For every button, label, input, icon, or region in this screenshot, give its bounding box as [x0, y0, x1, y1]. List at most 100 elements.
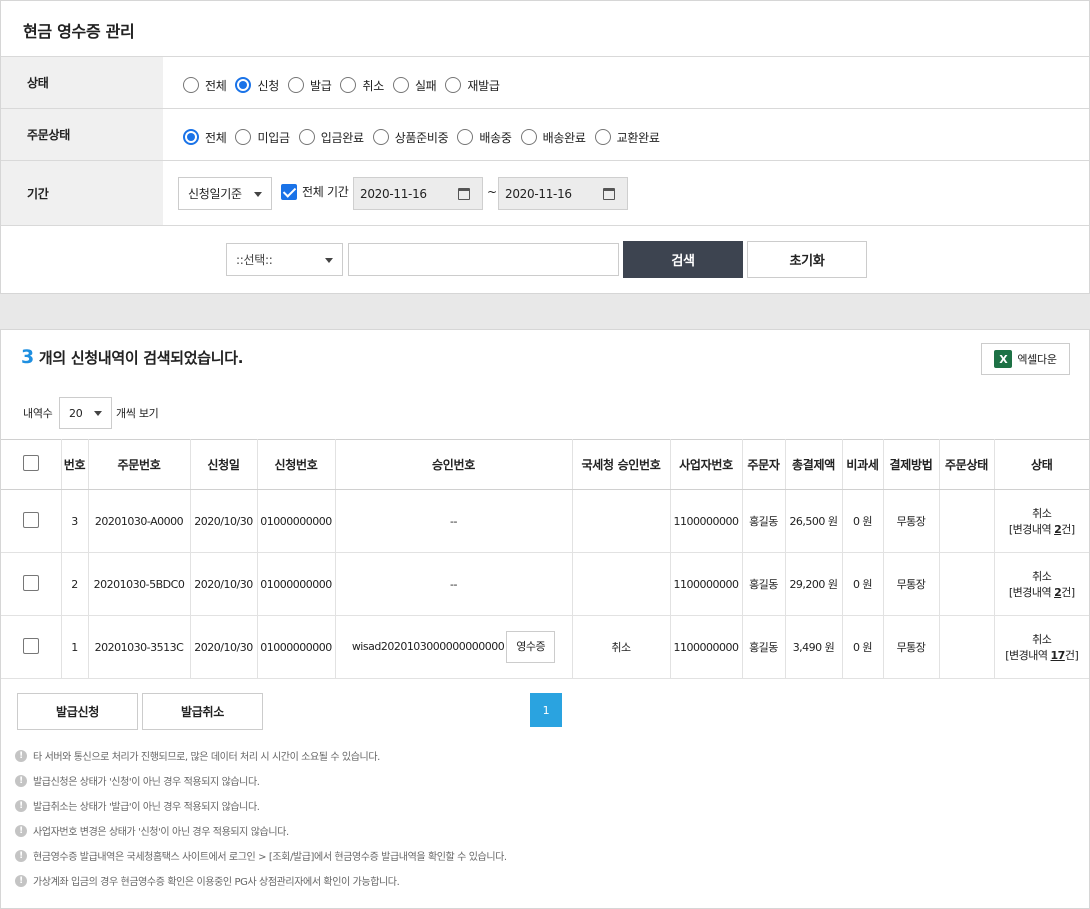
keyword-input[interactable]	[348, 243, 619, 276]
radio-icon	[235, 129, 252, 145]
change-history-link[interactable]: [변경내역 2건]	[995, 521, 1090, 537]
payment-method: 무통장	[883, 552, 940, 616]
column-header: 국세청 승인번호	[572, 439, 671, 490]
total-amount: 26,500 원	[785, 489, 843, 553]
status-option[interactable]: 신청	[235, 77, 279, 94]
page-title: 현금 영수증 관리	[23, 22, 135, 41]
status-text: 취소	[1032, 570, 1052, 583]
info-icon: !	[15, 749, 27, 762]
order-status	[939, 615, 995, 679]
column-header: 번호	[61, 439, 89, 490]
nts-approval-number	[572, 489, 671, 553]
divider	[1, 160, 1089, 161]
keyword-type-select[interactable]: ::선택::	[226, 243, 343, 276]
request-number: 01000000000	[257, 489, 336, 553]
column-header: 비과세	[842, 439, 884, 490]
issue-request-button[interactable]: 발급신청	[17, 693, 138, 730]
order-number: 20201030-3513C	[88, 615, 191, 679]
checkbox-icon	[281, 183, 297, 200]
status-option[interactable]: 전체	[183, 77, 227, 94]
issue-cancel-button[interactable]: 발급취소	[142, 693, 263, 730]
history-prefix: [변경내역	[1008, 523, 1055, 536]
status-option[interactable]: 재발급	[445, 77, 500, 94]
section-gap	[0, 294, 1090, 329]
period-basis-select[interactable]: 신청일기준	[178, 177, 272, 210]
order-status-option[interactable]: 상품준비중	[372, 129, 449, 146]
status-option[interactable]: 실패	[392, 77, 437, 94]
order-status-option[interactable]: 배송완료	[520, 129, 586, 146]
order-status-option[interactable]: 교환완료	[594, 129, 660, 146]
info-icon: !	[15, 824, 27, 837]
row-checkbox[interactable]	[22, 574, 39, 591]
buyer-name: 홍길동	[742, 552, 786, 616]
approval-number: --	[450, 514, 457, 528]
calendar-icon[interactable]	[603, 188, 615, 200]
date-to-input[interactable]: 2020-11-16	[498, 177, 628, 210]
buyer-name: 홍길동	[742, 489, 786, 553]
column-header: 사업자번호	[670, 439, 743, 490]
buyer-name: 홍길동	[742, 615, 786, 679]
request-number: 01000000000	[257, 552, 336, 616]
order-number: 20201030-5BDC0	[88, 552, 191, 616]
status-text: 취소	[1032, 507, 1052, 520]
reset-button[interactable]: 초기화	[747, 241, 867, 278]
all-period-checkbox[interactable]: 전체 기간	[281, 183, 349, 200]
date-from-value: 2020-11-16	[360, 186, 427, 201]
excel-download-button[interactable]: X 엑셀다운	[981, 343, 1070, 375]
keyword-type-value: ::선택::	[236, 253, 273, 267]
calendar-icon[interactable]	[458, 188, 470, 200]
order-status-option[interactable]: 배송중	[457, 129, 512, 146]
notice-item: ! 발급취소는 상태가 '발급'이 아닌 경우 적용되지 않습니다.	[15, 798, 260, 813]
date-from-input[interactable]: 2020-11-16	[353, 177, 483, 210]
receipt-button[interactable]: 영수증	[506, 631, 556, 663]
date-range-separator: ~	[487, 185, 497, 199]
radio-icon	[340, 77, 357, 93]
radio-icon	[445, 77, 462, 93]
chevron-down-icon	[325, 257, 333, 263]
row-checkbox[interactable]	[22, 637, 39, 654]
table-row: 1 20201030-3513C 2020/10/30 01000000000 wisa…	[1, 615, 1090, 679]
history-prefix: [변경내역	[1005, 649, 1051, 662]
status-text: 취소	[1032, 633, 1052, 646]
divider	[1, 56, 1089, 57]
order-status-option-label: 배송완료	[542, 130, 586, 145]
table-header-row: 번호 주문번호 신청일 신청번호 승인번호 국세청 승인번호 사업자번호 주문자…	[1, 439, 1089, 490]
request-number: 01000000000	[257, 615, 336, 679]
order-status-option-label: 전체	[205, 130, 227, 145]
order-number: 20201030-A0000	[88, 489, 191, 553]
result-summary-text: 개의 신청내역이 검색되었습니다.	[38, 349, 244, 367]
receipt-table: 번호 주문번호 신청일 신청번호 승인번호 국세청 승인번호 사업자번호 주문자…	[1, 439, 1089, 679]
info-icon: !	[15, 774, 27, 787]
radio-icon	[457, 129, 474, 145]
notice-item: ! 가상계좌 입금의 경우 현금영수증 확인은 이용중인 PG사 상점관리자에서 …	[15, 873, 400, 888]
row-select-cell	[1, 489, 62, 553]
request-date: 2020/10/30	[190, 552, 258, 616]
payment-method: 무통장	[883, 489, 940, 553]
change-history-link[interactable]: [변경내역 17건]	[995, 647, 1090, 663]
info-icon: !	[15, 799, 27, 812]
row-checkbox[interactable]	[22, 511, 39, 528]
status-option-label: 신청	[257, 78, 279, 93]
notice-text: 현금영수증 발급내역은 국세청홈택스 사이트에서 로그인 > [조회/발급]에서…	[33, 852, 507, 863]
business-number: 1100000000	[670, 552, 743, 616]
order-status-option[interactable]: 입금완료	[298, 129, 364, 146]
status-option[interactable]: 취소	[340, 77, 384, 94]
status-option[interactable]: 발급	[287, 77, 332, 94]
notice-item: ! 발급신청은 상태가 '신청'이 아닌 경우 적용되지 않습니다.	[15, 773, 260, 788]
search-button[interactable]: 검색	[623, 241, 743, 278]
change-history-link[interactable]: [변경내역 2건]	[995, 584, 1090, 600]
select-all-checkbox[interactable]	[22, 455, 39, 471]
tax-free-amount: 0 원	[842, 615, 884, 679]
status-option-label: 전체	[205, 78, 227, 93]
order-status	[939, 489, 995, 553]
order-status-option[interactable]: 미입금	[235, 129, 290, 146]
request-date: 2020/10/30	[190, 615, 258, 679]
rows-per-page-select[interactable]: 20	[59, 397, 112, 429]
notice-item: ! 현금영수증 발급내역은 국세청홈택스 사이트에서 로그인 > [조회/발급]에…	[15, 848, 507, 863]
period-label: 기간	[1, 161, 163, 225]
pagination-page-1[interactable]: 1	[530, 693, 562, 727]
total-amount: 3,490 원	[785, 615, 843, 679]
order-status-option[interactable]: 전체	[183, 129, 227, 146]
notice-text: 발급신청은 상태가 '신청'이 아닌 경우 적용되지 않습니다.	[33, 777, 260, 788]
history-prefix: [변경내역	[1008, 586, 1055, 599]
